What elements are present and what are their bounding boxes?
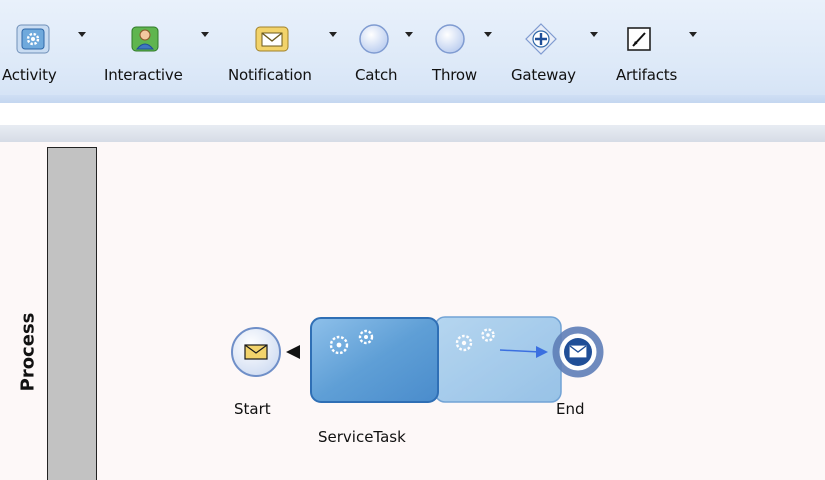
start-event-node[interactable] xyxy=(231,327,281,377)
envelope-icon xyxy=(569,345,587,358)
start-event-label: Start xyxy=(234,400,271,418)
end-event-node[interactable] xyxy=(552,326,604,378)
process-diagram xyxy=(231,316,604,403)
service-task-node[interactable] xyxy=(310,317,439,403)
service-task-label: ServiceTask xyxy=(318,428,406,446)
dragged-task-preview xyxy=(434,316,562,403)
end-event-label: End xyxy=(556,400,585,418)
sequence-flow-start-to-task[interactable] xyxy=(286,345,300,359)
envelope-icon xyxy=(244,344,268,360)
